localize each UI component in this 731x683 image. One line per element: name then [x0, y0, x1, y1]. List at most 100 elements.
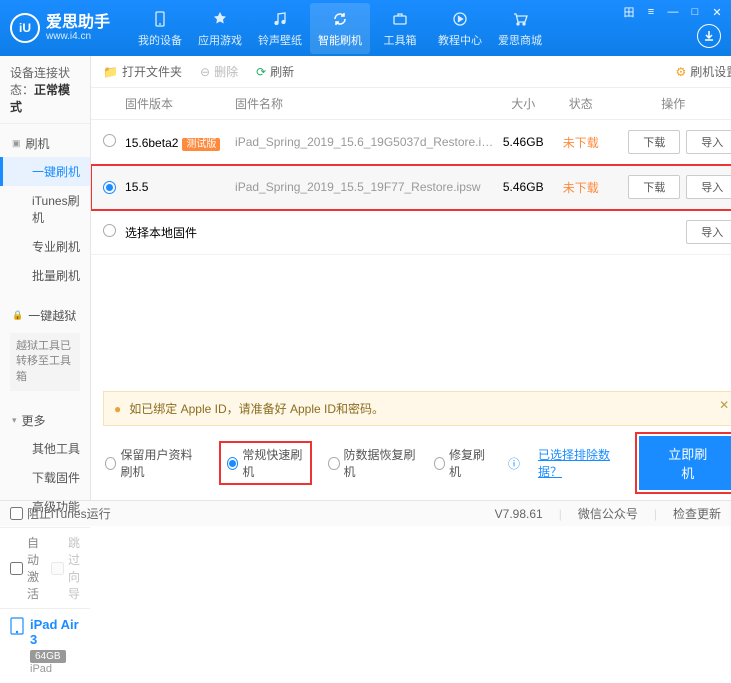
nav-ringtones[interactable]: 铃声壁纸: [250, 3, 310, 54]
win-close-icon[interactable]: ✕: [709, 4, 725, 20]
version-label: V7.98.61: [495, 507, 543, 521]
help-icon[interactable]: ⓘ: [508, 455, 520, 472]
check-update-link[interactable]: 检查更新: [654, 505, 721, 522]
nav-tutorials[interactable]: 教程中心: [430, 3, 490, 54]
win-menu-icon[interactable]: ≡: [643, 4, 659, 20]
refresh-button[interactable]: ⟳刷新: [256, 63, 294, 80]
row-radio[interactable]: [103, 181, 116, 194]
logo-icon: iU: [10, 13, 40, 43]
section-label: 一键越狱: [28, 307, 76, 324]
col-size: 大小: [493, 95, 553, 112]
opt-label: 保留用户资料刷机: [120, 446, 202, 480]
opt-anti-recover[interactable]: 防数据恢复刷机: [328, 446, 416, 480]
warning-icon: ●: [114, 402, 121, 416]
fw-status: 未下载: [553, 179, 608, 196]
sidebar-item-oneclick-flash[interactable]: 一键刷机: [0, 157, 90, 186]
titlebar: iU 爱思助手 www.i4.cn 我的设备 应用游戏 铃声壁纸 智能刷机 工具…: [0, 0, 731, 56]
connection-status: 设备连接状态：正常模式: [0, 56, 90, 124]
gear-icon: ⚙: [675, 65, 686, 79]
open-folder-button[interactable]: 📁打开文件夹: [103, 63, 182, 80]
section-flash-head[interactable]: ▣ 刷机: [0, 130, 90, 157]
chevron-down-icon: ▾: [12, 415, 17, 426]
flash-now-button[interactable]: 立即刷机: [639, 436, 731, 490]
nav-flash[interactable]: 智能刷机: [310, 3, 370, 54]
import-button[interactable]: 导入: [686, 175, 731, 199]
col-version: 固件版本: [125, 95, 235, 112]
block-itunes-checkbox[interactable]: 阻止iTunes运行: [10, 505, 111, 522]
flash-options: 保留用户资料刷机 常规快速刷机 防数据恢复刷机 修复刷机 ⓘ 已选择排除数据？ …: [91, 426, 731, 500]
apps-icon: [210, 9, 230, 29]
device-info[interactable]: iPad Air 3 64GB iPad: [0, 608, 90, 683]
nav-label: 应用游戏: [198, 32, 242, 48]
checkbox-label: 阻止iTunes运行: [27, 505, 111, 522]
firmware-row[interactable]: 15.6beta2测试版 iPad_Spring_2019_15.6_19G50…: [91, 120, 731, 165]
download-manager-button[interactable]: [697, 24, 721, 48]
opt-label: 常规快速刷机: [242, 446, 304, 480]
exclude-data-link[interactable]: 已选择排除数据？: [538, 446, 621, 480]
sidebar-item-pro-flash[interactable]: 专业刷机: [0, 232, 90, 261]
nav-toolbox[interactable]: 工具箱: [370, 3, 430, 54]
refresh-icon: ⟳: [256, 65, 266, 79]
sidebar-item-itunes-flash[interactable]: iTunes刷机: [0, 186, 90, 232]
win-max-icon[interactable]: □: [687, 4, 703, 20]
toolbox-icon: [390, 9, 410, 29]
auto-activate-checkbox[interactable]: 自动激活: [10, 534, 39, 602]
chevron-down-icon: ▣: [12, 138, 21, 149]
nav-label: 教程中心: [438, 32, 482, 48]
device-model: iPad: [30, 663, 80, 675]
warning-text: 如已绑定 Apple ID，请准备好 Apple ID和密码。: [129, 400, 384, 417]
device-icon: [150, 9, 170, 29]
app-name: 爱思助手: [46, 14, 110, 32]
fw-version: 15.6beta2: [125, 136, 178, 150]
music-icon: [270, 9, 290, 29]
nav-label: 我的设备: [138, 32, 182, 48]
jailbreak-notice: 越狱工具已转移至工具箱: [10, 333, 80, 391]
sidebar-item-download-fw[interactable]: 下载固件: [0, 463, 90, 492]
checkbox-label: 跳过向导: [68, 534, 80, 602]
refresh-icon: [330, 9, 350, 29]
button-label: 刷机设置: [690, 63, 731, 80]
win-grid-icon[interactable]: 田: [621, 4, 637, 20]
section-more-head[interactable]: ▾更多: [0, 407, 90, 434]
nav-store[interactable]: 爱思商城: [490, 3, 550, 54]
device-name: iPad Air 3: [30, 617, 80, 647]
import-button[interactable]: 导入: [686, 130, 731, 154]
close-icon[interactable]: ✕: [719, 398, 729, 412]
nav-my-device[interactable]: 我的设备: [130, 3, 190, 54]
content-area: 📁打开文件夹 ⊖删除 ⟳刷新 ⚙刷机设置 固件版本 固件名称 大小 状态 操作 …: [91, 56, 731, 500]
section-jailbreak-head[interactable]: 🔒 一键越狱: [0, 302, 90, 329]
opt-label: 防数据恢复刷机: [344, 446, 416, 480]
flash-settings-button[interactable]: ⚙ 刷机设置: [675, 63, 731, 80]
opt-label: 修复刷机: [449, 446, 490, 480]
cart-icon: [510, 9, 530, 29]
sidebar-item-batch-flash[interactable]: 批量刷机: [0, 261, 90, 290]
row-radio[interactable]: [103, 134, 116, 147]
fw-version: 15.5: [125, 180, 148, 194]
opt-keep-data[interactable]: 保留用户资料刷机: [105, 446, 203, 480]
local-fw-label: 选择本地固件: [125, 224, 608, 241]
nav-apps[interactable]: 应用游戏: [190, 3, 250, 54]
wechat-link[interactable]: 微信公众号: [559, 505, 638, 522]
row-radio[interactable]: [103, 224, 116, 237]
opt-normal-flash[interactable]: 常规快速刷机: [221, 443, 310, 483]
skip-guide-checkbox[interactable]: 跳过向导: [51, 534, 80, 602]
lock-icon: 🔒: [12, 310, 23, 321]
table-header: 固件版本 固件名称 大小 状态 操作: [91, 88, 731, 120]
local-firmware-row[interactable]: 选择本地固件 导入: [91, 210, 731, 255]
section-label: 刷机: [26, 135, 50, 152]
delete-button[interactable]: ⊖删除: [200, 63, 238, 80]
statusbar: 阻止iTunes运行 V7.98.61 微信公众号 检查更新: [0, 500, 731, 526]
nav-label: 铃声壁纸: [258, 32, 302, 48]
sidebar-item-other-tools[interactable]: 其他工具: [0, 434, 90, 463]
opt-repair-flash[interactable]: 修复刷机: [434, 446, 490, 480]
col-name: 固件名称: [235, 95, 493, 112]
win-min-icon[interactable]: —: [665, 4, 681, 20]
fw-size: 5.46GB: [493, 135, 553, 149]
firmware-row[interactable]: 15.5 iPad_Spring_2019_15.5_19F77_Restore…: [91, 165, 731, 210]
button-label: 删除: [214, 63, 238, 80]
col-ops: 操作: [608, 95, 731, 112]
download-button[interactable]: 下载: [628, 175, 680, 199]
download-button[interactable]: 下载: [628, 130, 680, 154]
appleid-warning: ● 如已绑定 Apple ID，请准备好 Apple ID和密码。 ✕: [103, 391, 731, 426]
import-button[interactable]: 导入: [686, 220, 731, 244]
